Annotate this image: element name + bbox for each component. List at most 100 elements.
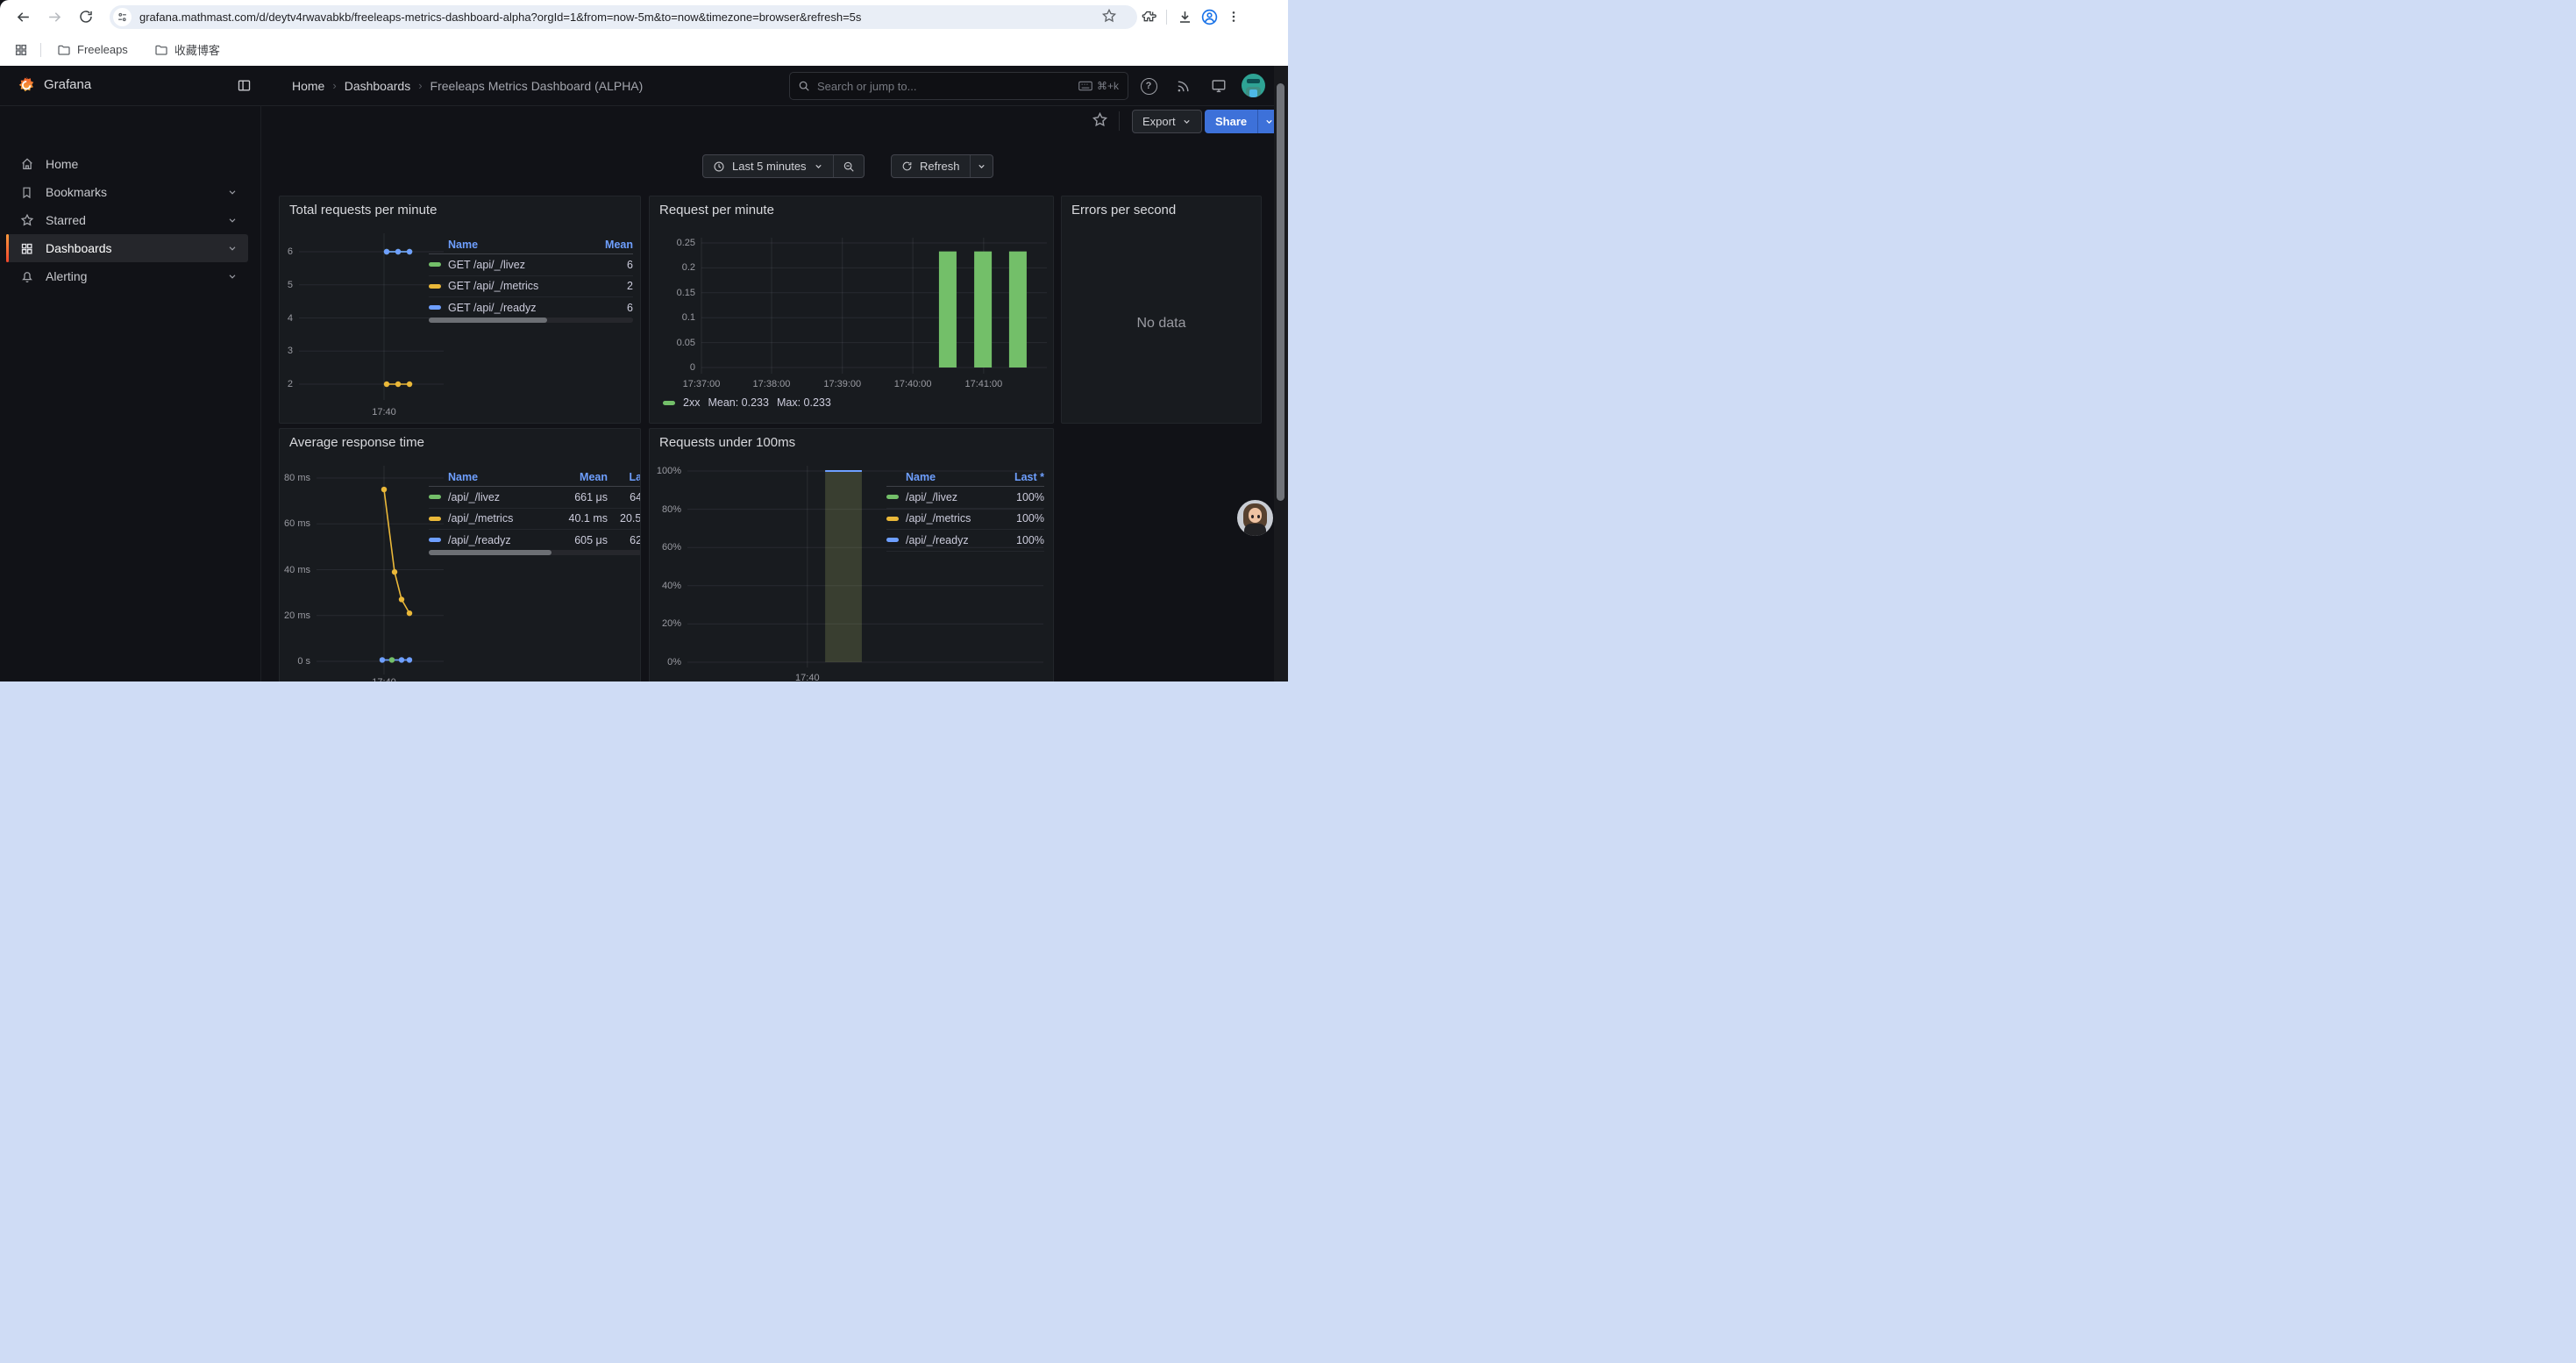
- column-name[interactable]: Name: [448, 239, 589, 251]
- bar-chart[interactable]: 0.250.20.150.10.05017:37:0017:38:0017:39…: [650, 238, 1053, 396]
- page-scrollbar[interactable]: [1274, 66, 1288, 682]
- chrome-menu-button[interactable]: [1221, 4, 1246, 29]
- grafana-brand: Grafana: [44, 77, 91, 92]
- sidebar-item-label: Bookmarks: [46, 185, 107, 199]
- panel-title[interactable]: Average response time: [289, 435, 424, 450]
- zoom-out-button[interactable]: [834, 161, 864, 173]
- grafana-header: Grafana Home › Dashboards › Freeleaps Me…: [0, 66, 1288, 106]
- refresh-group: Refresh: [891, 154, 993, 178]
- legend-header: Name Mean: [429, 235, 633, 254]
- search-icon: [798, 80, 810, 92]
- user-avatar[interactable]: [1242, 74, 1265, 97]
- reload-button[interactable]: [74, 4, 98, 29]
- no-data-message: No data: [1062, 316, 1261, 332]
- legend-table: Name Mean GET /api/_/livez 6 GET /api/_/…: [429, 235, 633, 319]
- news-button[interactable]: [1171, 75, 1194, 97]
- toolbar-divider: [1119, 111, 1120, 131]
- column-last[interactable]: Las: [608, 471, 641, 483]
- assistant-avatar-widget[interactable]: [1237, 500, 1273, 536]
- star-icon: [20, 213, 34, 227]
- sidebar-item-home[interactable]: Home: [6, 150, 248, 178]
- sidebar-item-alerting[interactable]: Alerting: [6, 262, 248, 290]
- sidebar-toggle-button[interactable]: [237, 78, 252, 93]
- sidebar-nav: Home Bookmarks Starred Dashboards Alerti…: [0, 105, 261, 682]
- profile-button[interactable]: [1197, 4, 1221, 29]
- breadcrumb-home[interactable]: Home: [292, 79, 324, 93]
- legend-row[interactable]: /api/_/metrics 40.1 ms 20.5 r: [429, 509, 641, 531]
- favorite-dashboard-button[interactable]: [1092, 111, 1108, 128]
- star-icon: [1092, 111, 1108, 128]
- browser-toolbar: grafana.mathmast.com/d/deytv4rwavabkb/fr…: [0, 0, 1288, 33]
- legend-row[interactable]: GET /api/_/livez 6: [429, 254, 633, 276]
- breadcrumb-dashboards[interactable]: Dashboards: [345, 79, 411, 93]
- panel-title[interactable]: Requests under 100ms: [659, 435, 795, 450]
- breadcrumb-current: Freeleaps Metrics Dashboard (ALPHA): [431, 79, 644, 93]
- refresh-interval-button[interactable]: [971, 161, 993, 171]
- search-input[interactable]: Search or jump to... ⌘+k: [789, 72, 1128, 100]
- chevron-down-icon[interactable]: [227, 215, 238, 225]
- series-color-pill: [429, 262, 441, 267]
- legend-scrollbar[interactable]: [429, 318, 633, 323]
- legend-row[interactable]: /api/_/livez 100%: [886, 487, 1044, 509]
- export-button[interactable]: Export: [1132, 110, 1202, 133]
- column-name[interactable]: Name: [906, 471, 996, 483]
- display-button[interactable]: [1207, 75, 1230, 97]
- column-last[interactable]: Last *: [996, 471, 1044, 483]
- share-button[interactable]: Share: [1205, 115, 1257, 128]
- apps-grid-button[interactable]: [9, 38, 33, 62]
- monitor-icon: [1211, 78, 1227, 94]
- sidebar-item-bookmarks[interactable]: Bookmarks: [6, 178, 248, 206]
- bookmark-star-button[interactable]: [1101, 8, 1117, 24]
- chevron-down-icon[interactable]: [227, 187, 238, 197]
- url-text: grafana.mathmast.com/d/deytv4rwavabkb/fr…: [139, 11, 861, 24]
- refresh-icon: [901, 161, 913, 172]
- time-range-picker[interactable]: Last 5 minutes: [703, 160, 833, 173]
- chevron-down-icon[interactable]: [227, 271, 238, 282]
- legend-row[interactable]: GET /api/_/metrics 2: [429, 276, 633, 298]
- downloads-button[interactable]: [1172, 4, 1197, 29]
- url-bar[interactable]: grafana.mathmast.com/d/deytv4rwavabkb/fr…: [110, 5, 1137, 29]
- breadcrumb-separator: ›: [332, 79, 336, 92]
- refresh-button[interactable]: Refresh: [892, 160, 970, 173]
- legend-row[interactable]: /api/_/metrics 100%: [886, 509, 1044, 531]
- column-mean[interactable]: Mean: [559, 471, 608, 483]
- search-placeholder: Search or jump to...: [817, 80, 916, 93]
- back-arrow-icon: [15, 9, 32, 25]
- sidebar-item-dashboards[interactable]: Dashboards: [6, 234, 248, 262]
- legend-row[interactable]: /api/_/livez 661 μs 646: [429, 487, 641, 509]
- bell-icon: [20, 269, 34, 283]
- breadcrumb-separator: ›: [418, 79, 422, 92]
- extensions-button[interactable]: [1136, 4, 1161, 29]
- site-settings-icon[interactable]: [113, 8, 132, 26]
- grafana-logo[interactable]: [17, 75, 36, 95]
- help-button[interactable]: ?: [1137, 75, 1160, 97]
- legend-series-name[interactable]: 2xx: [683, 396, 700, 409]
- bookmark-folder-freeleaps[interactable]: Freeleaps: [50, 39, 135, 61]
- series-color-pill: [429, 305, 441, 310]
- bookmark-folder-blogs[interactable]: 收藏博客: [147, 38, 227, 61]
- reload-icon: [78, 9, 94, 25]
- bookmark-folder-label: 收藏博客: [174, 41, 220, 58]
- series-color-pill: [429, 495, 441, 499]
- panel-title[interactable]: Errors per second: [1071, 203, 1176, 218]
- chevron-down-icon: [814, 161, 823, 171]
- legend-scrollbar[interactable]: [429, 550, 641, 555]
- sidebar-item-starred[interactable]: Starred: [6, 206, 248, 234]
- forward-button[interactable]: [42, 4, 67, 29]
- panel-title[interactable]: Total requests per minute: [289, 203, 437, 218]
- legend-row[interactable]: GET /api/_/readyz 6: [429, 297, 633, 319]
- legend-row[interactable]: /api/_/readyz 100%: [886, 530, 1044, 552]
- forward-arrow-icon: [46, 9, 63, 25]
- rss-icon: [1176, 79, 1191, 94]
- zoom-out-icon: [843, 161, 855, 173]
- chevron-down-icon[interactable]: [227, 243, 238, 253]
- legend-row[interactable]: /api/_/readyz 605 μs 620: [429, 530, 641, 552]
- scrollbar-thumb[interactable]: [1277, 83, 1284, 501]
- legend-header: Name Last *: [886, 467, 1044, 487]
- column-mean[interactable]: Mean: [589, 239, 633, 251]
- chrome-actions: [1136, 4, 1246, 29]
- panel-title[interactable]: Request per minute: [659, 203, 774, 218]
- folder-icon: [57, 43, 71, 57]
- back-button[interactable]: [11, 4, 35, 29]
- column-name[interactable]: Name: [448, 471, 559, 483]
